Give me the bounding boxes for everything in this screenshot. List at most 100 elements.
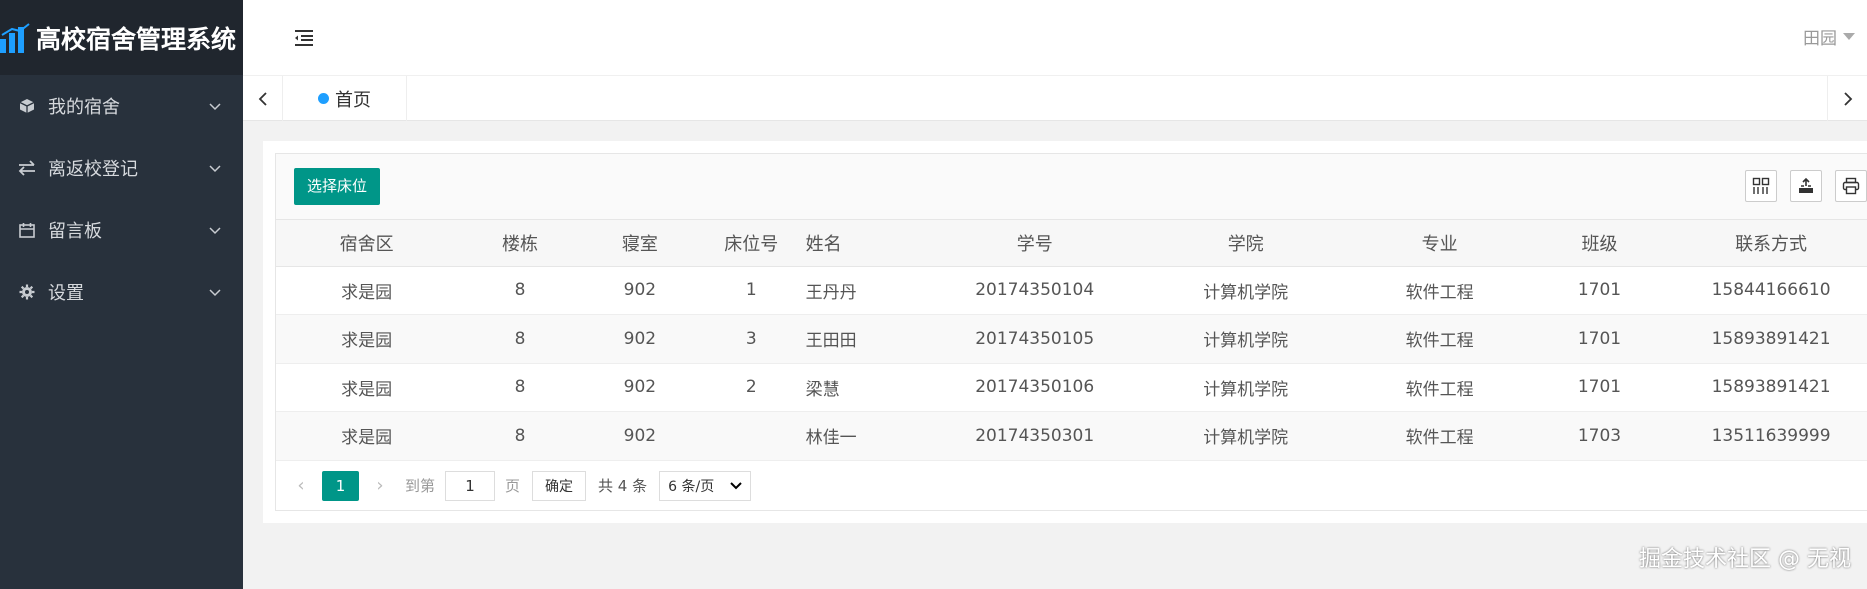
chevron-down-icon: [209, 165, 221, 173]
column-header[interactable]: 学院: [1135, 220, 1356, 267]
table-cell: 15893891421: [1675, 314, 1867, 364]
table-cell: 20174350301: [933, 411, 1136, 461]
current-page-button[interactable]: 1: [322, 470, 359, 501]
table-cell: 林佳一: [805, 411, 934, 461]
app-logo: 高校宿舍管理系统: [0, 0, 243, 75]
table-cell: 8: [457, 363, 583, 412]
swap-icon: [18, 159, 36, 177]
table-cell: 王丹丹: [805, 266, 934, 315]
go-page-button[interactable]: 确定: [532, 470, 587, 501]
grid-columns-icon: [1752, 177, 1770, 194]
table-cell: 1703: [1523, 411, 1676, 461]
tab-home[interactable]: 首页: [283, 76, 407, 121]
data-table-container: 选择床位 宿舍区 楼栋 寝室 床位号 姓名 学号 学院 专业 班级 联系方式 求…: [275, 153, 1867, 511]
table-cell: 求是园: [276, 266, 458, 315]
page-size-select[interactable]: 6 条/页: [659, 470, 752, 501]
column-header[interactable]: 专业: [1355, 220, 1524, 267]
table-row[interactable]: 求是园 8 902 2 梁慧 20174350106 计算机学院 软件工程 17…: [276, 363, 1867, 412]
print-button[interactable]: [1835, 170, 1867, 202]
table-cell: 求是园: [276, 411, 458, 461]
table-cell: 软件工程: [1355, 363, 1524, 412]
calendar-icon: [18, 221, 36, 239]
column-header[interactable]: 班级: [1523, 220, 1676, 267]
column-header[interactable]: 楼栋: [457, 220, 583, 267]
table-cell: 1701: [1523, 363, 1676, 412]
table-row[interactable]: 求是园 8 902 1 王丹丹 20174350104 计算机学院 软件工程 1…: [276, 266, 1867, 315]
table-cell: 求是园: [276, 314, 458, 364]
watermark: 掘金技术社区 @ 无视: [1639, 547, 1851, 572]
table-row[interactable]: 求是园 8 902 3 王田田 20174350105 计算机学院 软件工程 1…: [276, 314, 1867, 364]
table-cell: 15844166610: [1675, 266, 1867, 315]
chevron-down-icon: [209, 289, 221, 297]
sidebar-item-message-board[interactable]: 留言板: [0, 199, 243, 261]
table-cell: 计算机学院: [1135, 266, 1356, 315]
building-chart-icon: [0, 22, 30, 53]
next-page-button[interactable]: ›: [369, 475, 391, 496]
column-header[interactable]: 寝室: [582, 220, 697, 267]
column-header[interactable]: 学号: [933, 220, 1136, 267]
column-header[interactable]: 姓名: [805, 220, 934, 267]
table-cell: 1701: [1523, 266, 1676, 315]
total-count: 共 4 条: [598, 477, 648, 495]
prev-page-button[interactable]: ‹: [290, 475, 312, 496]
column-header[interactable]: 联系方式: [1675, 220, 1867, 267]
sidebar-item-leave-return[interactable]: 离返校登记: [0, 137, 243, 199]
export-icon: [1799, 177, 1813, 193]
tabs-scroll-right-button[interactable]: [1827, 76, 1867, 121]
page-number-input[interactable]: [445, 470, 496, 501]
table-cell: 902: [582, 363, 697, 412]
gear-icon: [18, 283, 36, 301]
sidebar-item-label: 留言板: [48, 221, 102, 242]
table-cell: [696, 411, 806, 461]
column-header[interactable]: 床位号: [696, 220, 806, 267]
tabs-scroll-left-button[interactable]: [243, 76, 283, 121]
chevron-down-icon: [730, 481, 742, 489]
table-cell: 1701: [1523, 314, 1676, 364]
table-cell: 软件工程: [1355, 266, 1524, 315]
tab-label: 首页: [335, 89, 371, 111]
user-name: 田园: [1803, 29, 1837, 49]
table-cell: 8: [457, 314, 583, 364]
table-cell: 20174350105: [933, 314, 1136, 364]
user-menu[interactable]: 田园: [1803, 24, 1855, 49]
sidebar-item-label: 我的宿舍: [48, 97, 120, 118]
pagination: ‹ 1 › 到第 页 确定 共 4 条 6 条/页: [276, 460, 1867, 510]
table-cell: 20174350106: [933, 363, 1136, 412]
chevron-right-icon: [1843, 91, 1852, 106]
chevron-down-icon: [209, 103, 221, 111]
app-title: 高校宿舍管理系统: [36, 24, 237, 54]
print-icon: [1842, 177, 1860, 195]
table-cell: 梁慧: [805, 363, 934, 412]
page-size-value: 6 条/页: [668, 478, 715, 495]
chevron-left-icon: [258, 91, 267, 106]
table-cell: 2: [696, 363, 806, 412]
sidebar-item-label: 设置: [48, 283, 84, 304]
table-cell: 计算机学院: [1135, 411, 1356, 461]
chevron-down-icon: [209, 227, 221, 235]
table-cell: 1: [696, 266, 806, 315]
table-cell: 15893891421: [1675, 363, 1867, 412]
table-cell: 求是园: [276, 363, 458, 412]
menu-toggle-icon[interactable]: [293, 28, 315, 48]
export-button[interactable]: [1790, 170, 1822, 202]
sidebar: 高校宿舍管理系统 我的宿舍 离返校登记 留言板 设置: [0, 0, 243, 589]
table-row[interactable]: 求是园 8 902 林佳一 20174350301 计算机学院 软件工程 170…: [276, 411, 1867, 461]
caret-down-icon: [1843, 33, 1855, 40]
column-filter-button[interactable]: [1745, 170, 1777, 202]
toolbar-icons: [1745, 170, 1867, 202]
table-cell: 20174350104: [933, 266, 1136, 315]
table-cell: 软件工程: [1355, 411, 1524, 461]
select-bed-button[interactable]: 选择床位: [294, 168, 381, 205]
active-dot-icon: [318, 93, 329, 104]
table-cell: 软件工程: [1355, 314, 1524, 364]
table-cell: 902: [582, 266, 697, 315]
table-cell: 王田田: [805, 314, 934, 364]
table-cell: 8: [457, 266, 583, 315]
table-cell: 计算机学院: [1135, 363, 1356, 412]
sidebar-item-settings[interactable]: 设置: [0, 261, 243, 323]
table-cell: 13511639999: [1675, 411, 1867, 461]
content-card: 选择床位 宿舍区 楼栋 寝室 床位号 姓名 学号 学院 专业 班级 联系方式 求…: [263, 141, 1867, 523]
sidebar-item-my-dorm[interactable]: 我的宿舍: [0, 75, 243, 137]
column-header[interactable]: 宿舍区: [276, 220, 458, 267]
table-cell: 3: [696, 314, 806, 364]
